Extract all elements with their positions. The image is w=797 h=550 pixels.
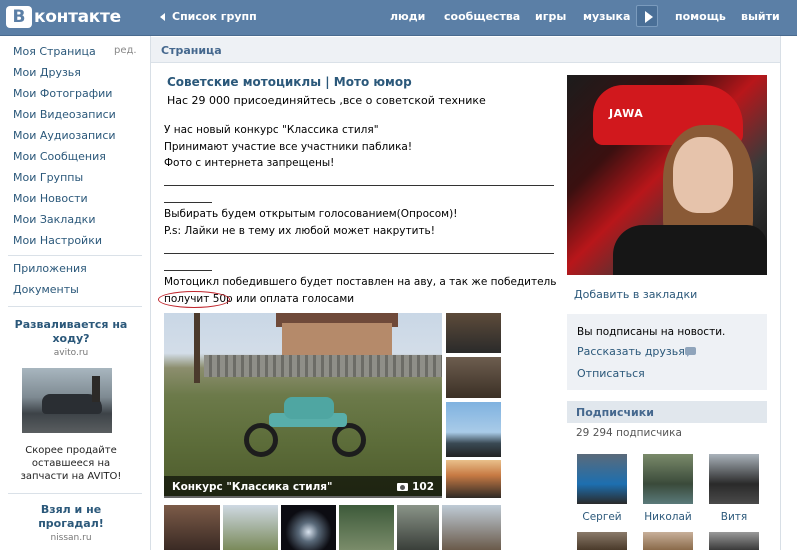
sidebar-item-bookmarks[interactable]: Мои Закладки (13, 213, 95, 226)
jawa-logo: JAWA (609, 107, 644, 120)
nav-people[interactable]: люди (390, 10, 425, 23)
nav-logout[interactable]: выйти (741, 10, 780, 23)
post-text-line: Принимают участие все участники паблика! (164, 141, 413, 153)
subscriber-avatar[interactable] (577, 532, 627, 550)
sidebar-item-audio[interactable]: Мои Аудиозаписи (13, 129, 116, 142)
unsubscribe-link[interactable]: Отписаться (577, 367, 645, 380)
play-button[interactable] (636, 5, 658, 27)
sidebar-item-settings[interactable]: Мои Настройки (13, 234, 102, 247)
sidebar-item-apps[interactable]: Приложения (13, 262, 87, 275)
speech-bubble-icon (685, 347, 696, 357)
edit-menu-link[interactable]: ред. (114, 45, 137, 56)
album-caption-bar[interactable]: Конкурс "Классика стиля" 102 (164, 476, 442, 498)
nav-music[interactable]: музыка (583, 10, 630, 23)
post-rule (164, 185, 554, 186)
ad-nissan-title[interactable]: Взял и не прогадал! (8, 503, 134, 531)
subscriber-avatar[interactable] (709, 532, 759, 550)
page-heading-bar: Страница (151, 37, 780, 63)
album-thumb[interactable] (164, 505, 220, 550)
ad-avito-domain: avito.ru (53, 348, 89, 358)
top-bar: В контакте Список групп люди сообщества … (0, 0, 797, 36)
vk-logo-text: контакте (34, 7, 121, 27)
album-cover-photo[interactable] (164, 313, 442, 496)
subscribed-text: Вы подписаны на новости. (577, 326, 726, 338)
album-thumb[interactable] (446, 402, 501, 457)
group-status: Нас 29 000 присоединяйтесь ,все о советс… (167, 94, 486, 107)
subscribers-heading: Подписчики (576, 406, 654, 419)
sidebar-item-friends[interactable]: Мои Друзья (13, 66, 81, 79)
sidebar-item-photos[interactable]: Мои Фотографии (13, 87, 112, 100)
album-thumb[interactable] (446, 460, 501, 498)
sidebar-item-videos[interactable]: Мои Видеозаписи (13, 108, 116, 121)
sidebar-divider (8, 255, 142, 256)
ad-avito-text[interactable]: Скорее продайте оставшееся на запчасти н… (14, 444, 128, 483)
nav-communities[interactable]: сообщества (444, 10, 520, 23)
camera-icon (397, 483, 409, 491)
nav-games[interactable]: игры (535, 10, 566, 23)
post-text-line: Выбирать будем открытым голосованием(Опр… (164, 208, 458, 220)
album-thumb[interactable] (446, 357, 501, 398)
sidebar-divider (8, 306, 142, 307)
sidebar-item-messages[interactable]: Мои Сообщения (13, 150, 106, 163)
album-count: 102 (397, 481, 434, 493)
album-thumb[interactable] (397, 505, 439, 550)
vk-logo-icon: В (6, 6, 32, 28)
subscriber-avatar[interactable] (643, 454, 693, 504)
sidebar-item-groups[interactable]: Мои Группы (13, 171, 83, 184)
sidebar-item-documents[interactable]: Документы (13, 283, 79, 296)
subscriber-name[interactable]: Витя (704, 511, 764, 523)
subscriber-avatar[interactable] (577, 454, 627, 504)
highlight-circle (158, 291, 230, 308)
album-thumb[interactable] (223, 505, 278, 550)
subscriber-name[interactable]: Николай (638, 511, 698, 523)
sidebar-divider (8, 493, 142, 494)
album-thumb[interactable] (281, 505, 336, 550)
play-icon (645, 11, 653, 23)
subscribers-count: 29 294 подписчика (576, 427, 682, 439)
vk-logo[interactable]: В контакте (6, 5, 121, 29)
post-rule (164, 253, 554, 254)
album-count-value: 102 (412, 481, 434, 493)
subscriber-avatar[interactable] (643, 532, 693, 550)
post-text-line: У нас новый конкурс "Классика стиля" (164, 124, 379, 136)
add-to-bookmarks-link[interactable]: Добавить в закладки (574, 288, 697, 301)
subscriber-avatar[interactable] (709, 454, 759, 504)
ad-avito-image[interactable] (22, 368, 112, 433)
group-avatar[interactable]: JAWA (567, 75, 767, 275)
back-label: Список групп (172, 10, 257, 23)
sidebar-item-news[interactable]: Мои Новости (13, 192, 88, 205)
ad-avito-title[interactable]: Разваливается на ходу? (8, 318, 134, 346)
nav-help[interactable]: помощь (675, 10, 726, 23)
post-text-line: Фото с интернета запрещены! (164, 157, 335, 169)
back-arrow-icon (160, 12, 165, 21)
album-thumb[interactable] (339, 505, 394, 550)
tell-friends-link[interactable]: Рассказать друзьям (577, 345, 693, 358)
sidebar-item-my-page[interactable]: Моя Страница (13, 45, 96, 58)
subscribers-heading-bar[interactable]: Подписчики (567, 401, 767, 423)
post-rule-short (164, 270, 212, 271)
post-text-line: Мотоцикл победившего будет поставлен на … (164, 276, 557, 288)
album-thumb[interactable] (442, 505, 501, 550)
album-title: Конкурс "Классика стиля" (172, 481, 333, 493)
ad-nissan-domain: nissan.ru (50, 533, 92, 543)
subscription-box: Вы подписаны на новости. Рассказать друз… (567, 314, 767, 390)
subscriber-name[interactable]: Сергей (572, 511, 632, 523)
post-rule-short (164, 202, 212, 203)
page-gutter (780, 36, 797, 550)
page-heading: Страница (161, 44, 222, 57)
back-to-groups-link[interactable]: Список групп (160, 10, 257, 23)
post-text-line: P.s: Лайки не в тему их любой может накр… (164, 225, 435, 237)
group-title: Советские мотоциклы | Мото юмор (167, 75, 412, 89)
album-thumb[interactable] (446, 313, 501, 353)
